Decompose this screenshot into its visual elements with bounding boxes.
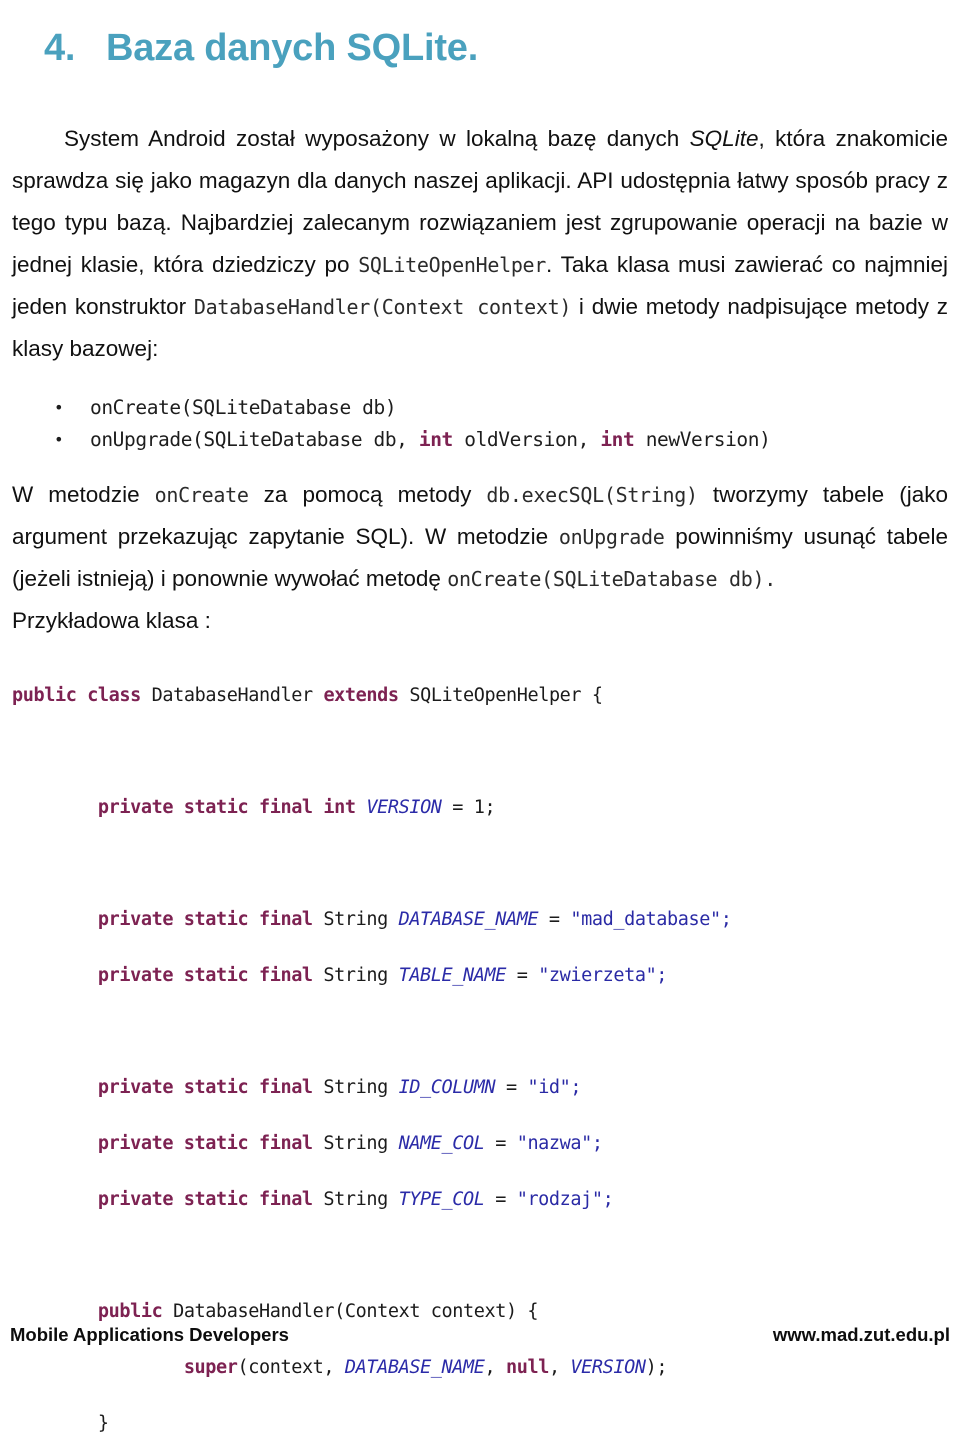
footer-website[interactable]: www.mad.zut.edu.pl <box>773 1324 950 1346</box>
class-name-databasehandler: DatabaseHandler <box>140 685 324 706</box>
value-database-name: "mad_database"; <box>570 909 732 930</box>
type-string-3: String <box>312 1077 399 1098</box>
keyword-public: public <box>12 685 77 706</box>
assign-operator-version: = <box>441 797 474 818</box>
assign-operator-dbname: = <box>538 909 571 930</box>
para2-segment-a: W metodzie <box>12 482 155 507</box>
code-blank-line-1 <box>12 738 948 766</box>
value-type-col: "rodzaj"; <box>516 1189 614 1210</box>
identifier-type-col: TYPE_COL <box>398 1189 485 1210</box>
inline-code-databasehandler-ctor: DatabaseHandler(Context context) <box>193 295 572 319</box>
code-line-name-col: private static final String NAME_COL = "… <box>12 1130 948 1158</box>
code-blank-line-4 <box>12 1242 948 1270</box>
code-line-table-name: private static final String TABLE_NAME =… <box>12 962 948 990</box>
paragraph-intro: System Android został wyposażony w lokal… <box>12 118 948 370</box>
page-title-text: Baza danych SQLite. <box>106 27 479 70</box>
override-methods-list: • onCreate(SQLiteDatabase db) • onUpgrade(… <box>12 392 948 456</box>
code-line-version: private static final int VERSION = 1; <box>12 794 948 822</box>
bullet-dot-icon: • <box>54 430 64 449</box>
value-id-column: "id"; <box>527 1077 582 1098</box>
code-line-class-declaration: public class DatabaseHandler extends SQL… <box>12 682 948 710</box>
bullet-dot-icon: • <box>54 398 64 417</box>
super-args-a: (context, <box>237 1357 345 1378</box>
list-item: • onUpgrade(SQLiteDatabase db, int oldVer… <box>12 424 948 456</box>
identifier-database-name-arg: DATABASE_NAME <box>344 1357 485 1378</box>
inline-code-sqliteopenhelper: SQLiteOpenHelper <box>358 253 547 277</box>
keyword-private-static-final-5: private static final <box>97 1189 313 1210</box>
keyword-int-2: int <box>600 428 635 451</box>
closing-brace: } <box>97 1413 109 1434</box>
super-args-d: ); <box>645 1357 668 1378</box>
keyword-private-static-final-2: private static final <box>97 965 313 986</box>
keyword-private-static-final-3: private static final <box>97 1077 313 1098</box>
identifier-id-column: ID_COLUMN <box>398 1077 496 1098</box>
page-title-number: 4. <box>44 27 76 70</box>
page-footer: Mobile Applications Developers www.mad.z… <box>10 1322 950 1348</box>
assign-operator-tablename: = <box>505 965 539 986</box>
keyword-extends: extends <box>323 685 399 706</box>
keyword-private-static-final-4: private static final <box>97 1133 313 1154</box>
para2-segment-b: za pomocą metody <box>248 482 487 507</box>
value-table-name: "zwierzeta"; <box>538 965 668 986</box>
keyword-public-ctor: public <box>97 1301 163 1322</box>
identifier-name-col: NAME_COL <box>398 1133 485 1154</box>
paragraph-methods-description: W metodzie onCreate za pomocą metody db.… <box>12 474 948 600</box>
example-class-label: Przykładowa klasa : <box>12 608 211 633</box>
assign-operator-namecol: = <box>484 1133 517 1154</box>
list-item-label-part-b: oldVersion, <box>452 428 601 451</box>
value-version: 1; <box>473 797 496 818</box>
super-args-b: , <box>484 1357 506 1378</box>
list-item: • onCreate(SQLiteDatabase db) <box>12 392 948 424</box>
para2-segment-e: . <box>764 567 776 591</box>
identifier-database-name: DATABASE_NAME <box>398 909 539 930</box>
superclass-sqliteopenhelper: SQLiteOpenHelper { <box>398 685 603 706</box>
footer-organization: Mobile Applications Developers <box>10 1324 289 1345</box>
code-blank-line-2 <box>12 850 948 878</box>
code-line-closing-brace: } <box>12 1410 948 1438</box>
inline-code-onupgrade: onUpgrade <box>558 525 665 549</box>
para1-sqlite-emphasis: SQLite <box>689 126 759 151</box>
list-item-label-part-c: newVersion) <box>634 428 771 451</box>
list-item-label: onCreate(SQLiteDatabase db) <box>90 396 397 419</box>
code-line-database-name: private static final String DATABASE_NAM… <box>12 906 948 934</box>
identifier-version: VERSION <box>366 797 442 818</box>
value-name-col: "nazwa"; <box>516 1133 603 1154</box>
code-line-type-col: private static final String TYPE_COL = "… <box>12 1186 948 1214</box>
keyword-null: null <box>505 1357 549 1378</box>
para1-segment-a: System Android został wyposażony w lokal… <box>64 126 690 151</box>
identifier-version-arg: VERSION <box>570 1357 646 1378</box>
keyword-private-static-final-1: private static final <box>97 909 313 930</box>
code-line-super-call: super(context, DATABASE_NAME, null, VERS… <box>12 1354 948 1382</box>
type-string-5: String <box>312 1189 399 1210</box>
page-title: 4. Baza danych SQLite. <box>44 27 478 70</box>
inline-code-execsql: db.execSQL(String) <box>486 483 698 507</box>
assign-operator-typecol: = <box>484 1189 517 1210</box>
keyword-private-static-final-int: private static final int <box>97 797 356 818</box>
code-line-id-column: private static final String ID_COLUMN = … <box>12 1074 948 1102</box>
document-content: System Android został wyposażony w lokal… <box>12 118 948 1438</box>
keyword-super: super <box>183 1357 238 1378</box>
keyword-int-1: int <box>418 428 453 451</box>
code-blank-line-3 <box>12 1018 948 1046</box>
super-args-c: , <box>548 1357 571 1378</box>
keyword-class: class <box>87 685 141 706</box>
list-item-label-part-a: onUpgrade(SQLiteDatabase db, <box>90 428 419 451</box>
assign-operator-idcol: = <box>495 1077 528 1098</box>
document-page: 4. Baza danych SQLite. System Android zos… <box>0 0 960 1434</box>
constructor-signature: DatabaseHandler(Context context) { <box>162 1301 539 1322</box>
type-string-1: String <box>312 909 399 930</box>
type-string-4: String <box>312 1133 399 1154</box>
identifier-table-name: TABLE_NAME <box>398 965 507 986</box>
inline-code-oncreate-full: onCreate(SQLiteDatabase db) <box>447 567 765 591</box>
type-string-2: String <box>312 965 399 986</box>
inline-code-oncreate: onCreate <box>154 483 249 507</box>
